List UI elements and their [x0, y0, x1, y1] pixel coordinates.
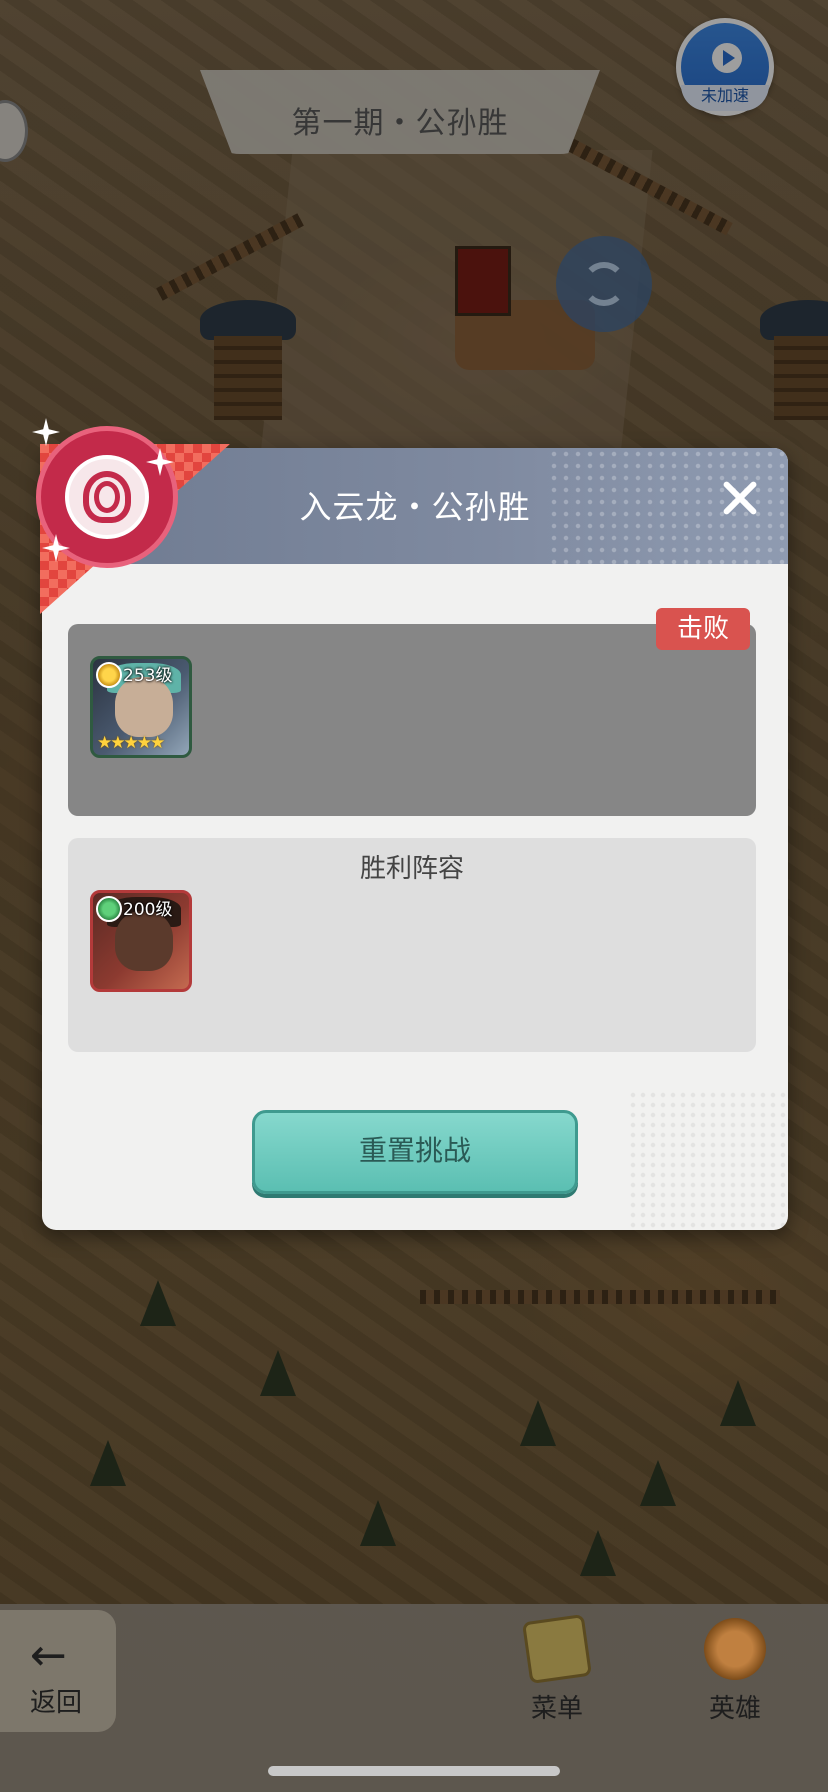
- hero-icon: [704, 1618, 766, 1680]
- menu-icon: [521, 1613, 593, 1685]
- enemy-lineup-panel: 253级 ★★★★★: [68, 624, 756, 816]
- hero-portrait: [115, 677, 173, 737]
- defeat-badge: 击败: [656, 608, 750, 650]
- hero-label: 英雄: [708, 1694, 761, 1724]
- victory-lineup-panel: 胜利阵容 200级: [68, 838, 756, 1052]
- home-indicator[interactable]: [268, 1766, 560, 1776]
- hero-portrait: [115, 911, 173, 971]
- reset-challenge-button[interactable]: 重置挑战: [252, 1110, 578, 1194]
- victory-hero-card[interactable]: 200级: [90, 890, 192, 992]
- faction-emblem-icon: [28, 418, 186, 576]
- hero-button[interactable]: 英雄: [680, 1618, 790, 1728]
- hero-level: 253级: [123, 666, 173, 686]
- green-rank-icon: [96, 896, 122, 922]
- gold-rank-icon: [96, 662, 122, 688]
- menu-label: 菜单: [530, 1694, 583, 1724]
- sparkle-icon: [32, 418, 60, 446]
- close-icon[interactable]: [716, 474, 764, 522]
- hero-level: 200级: [123, 900, 173, 920]
- menu-button[interactable]: 菜单: [502, 1613, 612, 1728]
- back-label: 返回: [29, 1688, 82, 1718]
- enemy-hero-card[interactable]: 253级 ★★★★★: [90, 656, 192, 758]
- victory-lineup-label: 胜利阵容: [359, 854, 464, 884]
- hero-stars: ★★★★★: [97, 733, 165, 753]
- back-arrow-icon: ←: [30, 1630, 67, 1681]
- back-button[interactable]: ← 返回: [0, 1610, 116, 1732]
